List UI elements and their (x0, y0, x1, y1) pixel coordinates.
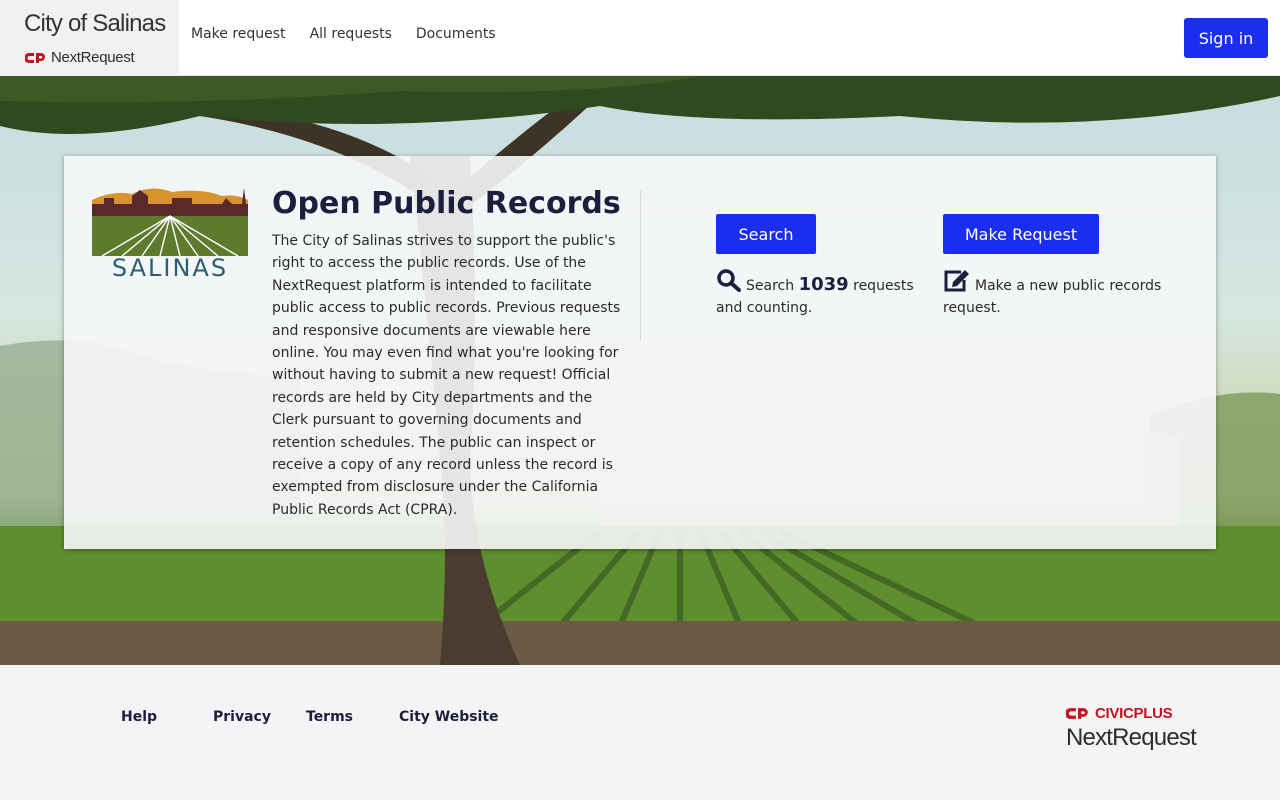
search-icon (717, 269, 741, 292)
make-request-button[interactable]: Make Request (943, 214, 1099, 254)
search-prefix: Search (746, 278, 795, 294)
hero-background: SALINAS Open Public Records The City of … (0, 76, 1280, 665)
edit-icon (944, 270, 969, 292)
search-info: Search 1039 requests and counting. (716, 268, 916, 319)
brand-title[interactable]: City of Salinas (24, 10, 166, 38)
intro-card: SALINAS Open Public Records The City of … (64, 156, 1216, 549)
nav-documents[interactable]: Documents (416, 26, 496, 42)
footer-privacy-link[interactable]: Privacy (213, 709, 271, 725)
nextrequest-label: NextRequest (1066, 724, 1197, 751)
salinas-logo: SALINAS (92, 188, 248, 278)
main-nav: Make request All requests Documents (191, 26, 496, 42)
logo-text: SALINAS (112, 254, 228, 278)
civicplus-nextrequest-logo[interactable]: CIVICPLUS NextRequest (1066, 705, 1197, 752)
sign-in-button[interactable]: Sign in (1184, 18, 1268, 58)
nav-all-requests[interactable]: All requests (310, 26, 392, 42)
footer-city-website-link[interactable]: City Website (399, 709, 499, 725)
page-title: Open Public Records (272, 186, 621, 221)
site-footer: Help Privacy Terms City Website CIVICPLU… (0, 665, 1280, 800)
make-info: Make a new public records request. (943, 268, 1173, 319)
civicplus-row: CIVICPLUS (1066, 705, 1196, 722)
footer-terms-link[interactable]: Terms (306, 709, 353, 725)
nav-make-request[interactable]: Make request (191, 26, 286, 42)
search-button[interactable]: Search (716, 214, 816, 254)
site-header: City of Salinas NextRequest Make request… (0, 0, 1280, 76)
intro-description: The City of Salinas strives to support t… (272, 233, 621, 518)
civicplus-logo-icon (1066, 708, 1088, 719)
civicplus-label: CIVICPLUS (1095, 705, 1173, 722)
brand[interactable]: City of Salinas NextRequest (0, 0, 179, 76)
request-count: 1039 (798, 274, 849, 295)
civicplus-logo-icon (25, 52, 45, 63)
brand-sub-label: NextRequest (51, 49, 135, 66)
brand-sub: NextRequest (25, 49, 135, 66)
divider (640, 190, 641, 340)
make-text: Make a new public records request. (943, 278, 1162, 316)
footer-help-link[interactable]: Help (121, 709, 157, 725)
